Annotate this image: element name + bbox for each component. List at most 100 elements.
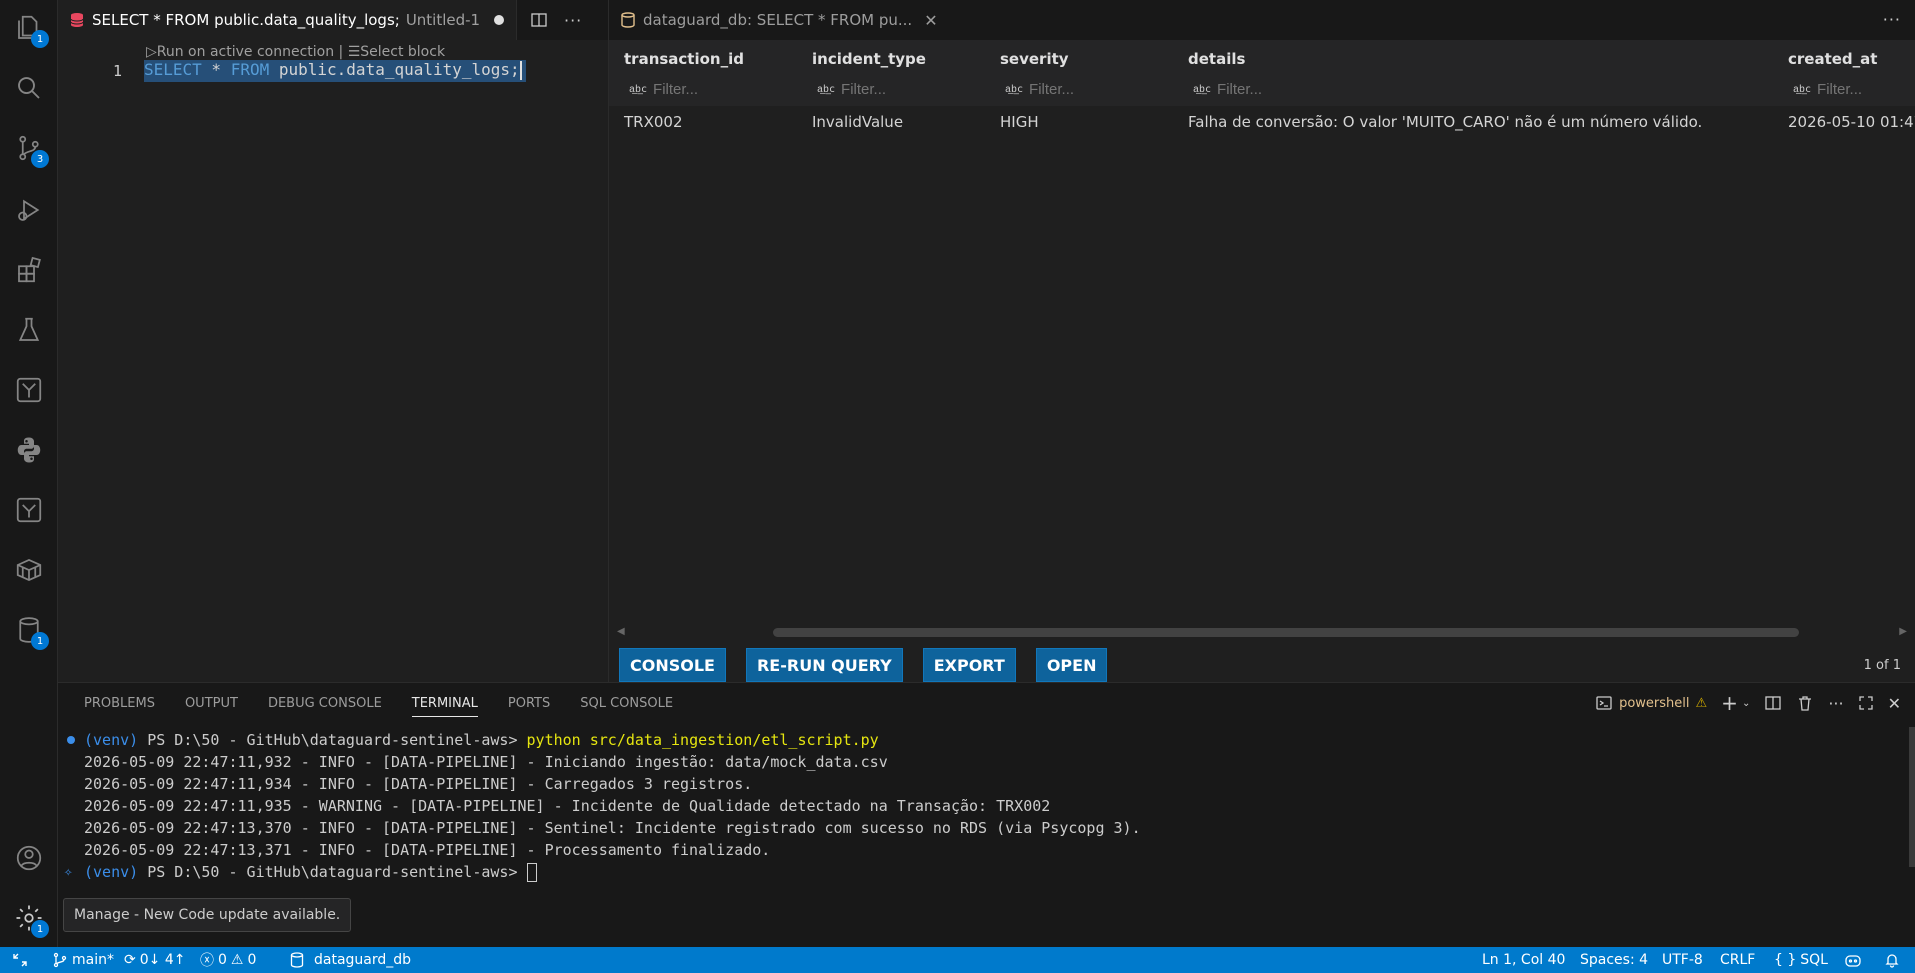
split-terminal-icon[interactable]	[1764, 694, 1782, 712]
console-button[interactable]: CONSOLE	[619, 648, 726, 682]
extensions-icon[interactable]	[0, 246, 58, 294]
command-status-dot-icon[interactable]	[67, 736, 75, 744]
terminal-scrollbar[interactable]	[1909, 727, 1915, 867]
rerun-query-button[interactable]: RE-RUN QUERY	[745, 648, 903, 682]
remote-icon[interactable]	[12, 947, 28, 973]
close-icon[interactable]: ✕	[924, 11, 937, 30]
manage-tooltip: Manage - New Code update available.	[63, 898, 352, 932]
shell-name[interactable]: powershell	[1619, 696, 1689, 711]
column-header[interactable]: transaction_id a͟b͟c	[609, 40, 797, 106]
more-actions-icon[interactable]: ···	[564, 11, 582, 30]
python-icon[interactable]	[0, 426, 58, 474]
column-header[interactable]: severity a͟b͟c	[985, 40, 1173, 106]
tab-ports[interactable]: PORTS	[508, 683, 550, 723]
tab-sql-console[interactable]: SQL CONSOLE	[580, 683, 673, 723]
more-actions-icon[interactable]: ···	[1883, 10, 1901, 29]
table-cell[interactable]: TRX002	[609, 106, 683, 138]
column-header[interactable]: created_at a͟b͟c	[1773, 40, 1915, 106]
export-button[interactable]: EXPORT	[922, 648, 1016, 682]
data-explorer-icon[interactable]	[0, 486, 58, 534]
filter-input[interactable]	[1817, 81, 1915, 98]
column-header[interactable]: details a͟b͟c	[1173, 40, 1773, 106]
column-filter: a͟b͟c	[629, 81, 764, 98]
close-panel-icon[interactable]: ✕	[1888, 694, 1901, 713]
sparkle-icon[interactable]: ✧	[64, 861, 72, 883]
sql-editor[interactable]: ▷Run on active connection | ☰Select bloc…	[58, 40, 666, 682]
filter-input[interactable]	[1029, 81, 1140, 98]
scrollbar-thumb[interactable]	[773, 628, 1799, 637]
connection-status[interactable]: dataguard_db	[290, 947, 411, 973]
explorer-icon[interactable]: 1	[0, 4, 58, 52]
run-active-connection-link[interactable]: ▷Run on active connection |	[146, 44, 343, 60]
editor-tab-untitled[interactable]: SELECT * FROM public.data_quality_logs; …	[58, 0, 518, 40]
vscode-window: 1 3 1 1 SELECT * FROM public.data_qualit…	[0, 0, 1915, 973]
warning-count: 0	[247, 952, 257, 968]
testing-icon[interactable]	[0, 306, 58, 354]
line-ending[interactable]: CRLF	[1720, 947, 1755, 973]
indentation[interactable]: Spaces: 4	[1580, 947, 1648, 973]
problems-status[interactable]: ⓧ 0 ⚠ 0	[200, 947, 256, 973]
split-editor-icon[interactable]	[530, 11, 548, 29]
result-tab[interactable]: dataguard_db: SELECT * FROM pu... ✕	[609, 0, 950, 40]
scm-badge: 3	[31, 150, 49, 168]
branch-status[interactable]: main*	[52, 947, 114, 973]
database-icon[interactable]: 1	[0, 606, 58, 654]
column-header[interactable]: incident_type a͟b͟c	[797, 40, 985, 106]
sql-tools-icon[interactable]	[0, 366, 58, 414]
table-cell[interactable]: HIGH	[985, 106, 1039, 138]
tab-output[interactable]: OUTPUT	[185, 683, 238, 723]
tab-debug-console[interactable]: DEBUG CONSOLE	[268, 683, 382, 723]
language-mode[interactable]: { } SQL	[1774, 947, 1828, 973]
account-icon[interactable]	[0, 834, 58, 882]
run-debug-icon[interactable]	[0, 186, 58, 234]
chevron-down-icon[interactable]: ⌄	[1742, 698, 1750, 709]
prompt-path: PS D:\50 - GitHub\dataguard-sentinel-aws…	[138, 863, 527, 881]
encoding[interactable]: UTF-8	[1662, 947, 1703, 973]
error-count: 0	[218, 952, 227, 968]
manage-gear-icon[interactable]: 1	[0, 894, 58, 942]
filter-input[interactable]	[1217, 81, 1328, 98]
open-button[interactable]: OPEN	[1035, 648, 1108, 682]
table-cell[interactable]: InvalidValue	[797, 106, 903, 138]
table-cell[interactable]: 2026-05-10 01:47	[1773, 106, 1915, 138]
unsaved-dot-icon[interactable]	[494, 15, 505, 25]
trash-icon[interactable]	[1796, 694, 1814, 712]
column-label: created_at	[1788, 50, 1878, 68]
column-filter: a͟b͟c	[1793, 81, 1915, 98]
panel-tabs: PROBLEMS OUTPUT DEBUG CONSOLE TERMINAL P…	[84, 683, 673, 723]
horizontal-scrollbar[interactable]: ◀ ▶	[617, 626, 1907, 638]
tab-terminal[interactable]: TERMINAL	[411, 683, 479, 723]
text-type-icon: a͟b͟c	[1793, 83, 1812, 95]
database-tab-icon	[621, 12, 635, 28]
tab-problems[interactable]: PROBLEMS	[84, 683, 155, 723]
warning-icon[interactable]: ⚠	[1696, 696, 1708, 711]
editor-tab-bar: SELECT * FROM public.data_quality_logs; …	[58, 0, 608, 40]
code-line-1[interactable]: SELECT * FROM public.data_quality_logs;	[144, 60, 526, 82]
editor-tab-title: SELECT * FROM public.data_quality_logs;	[92, 11, 400, 29]
more-actions-icon[interactable]: ···	[1828, 694, 1843, 713]
copilot-icon[interactable]	[1844, 947, 1862, 973]
cursor-position[interactable]: Ln 1, Col 40	[1482, 947, 1565, 973]
terminal-cursor	[526, 863, 537, 882]
filter-input[interactable]	[841, 81, 952, 98]
table-row[interactable]: TRX002 InvalidValue HIGH Falha de conver…	[609, 106, 1915, 138]
select-block-link[interactable]: ☰Select block	[348, 44, 445, 60]
search-icon[interactable]	[0, 64, 58, 112]
sync-icon: ⟳	[124, 952, 136, 968]
scroll-right-icon[interactable]: ▶	[1899, 626, 1907, 637]
editor-tab-subtitle: Untitled-1	[405, 11, 481, 29]
source-control-icon[interactable]: 3	[0, 124, 58, 172]
notifications-bell-icon[interactable]	[1884, 947, 1900, 973]
panel-toolbar: powershell ⚠ + ⌄ ··· ✕	[1595, 683, 1901, 723]
containers-icon[interactable]	[0, 546, 58, 594]
maximize-panel-icon[interactable]	[1858, 695, 1874, 711]
text-type-icon: a͟b͟c	[1005, 83, 1024, 95]
language-name: SQL	[1800, 952, 1828, 968]
sql-file-icon	[70, 13, 84, 27]
filter-input[interactable]	[653, 81, 764, 98]
table-cell[interactable]: Falha de conversão: O valor 'MUITO_CARO'…	[1173, 106, 1702, 138]
terminal-line: (venv) PS D:\50 - GitHub\dataguard-senti…	[84, 861, 537, 883]
scroll-left-icon[interactable]: ◀	[617, 626, 625, 637]
new-terminal-icon[interactable]: +	[1721, 691, 1738, 715]
sync-status[interactable]: ⟳ 0↓ 4↑	[124, 947, 185, 973]
